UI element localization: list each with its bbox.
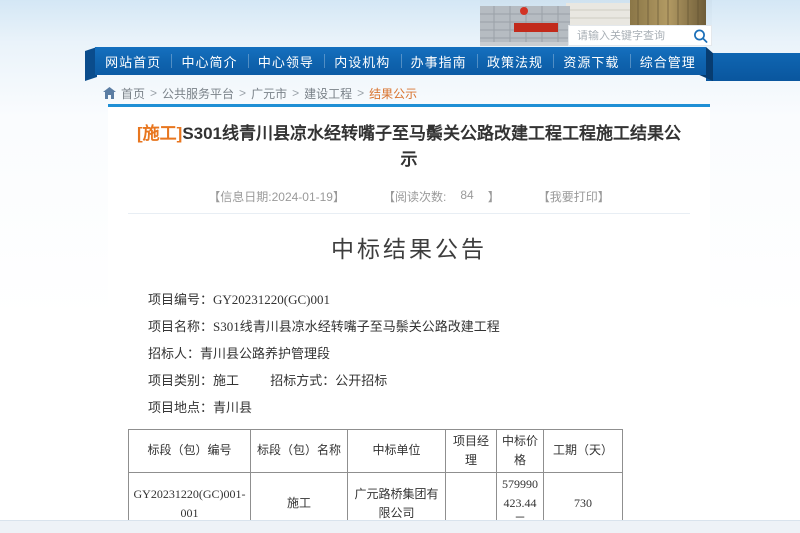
meta-divider [128,213,690,214]
article-title-text: S301线青川县凉水经转嘴子至马鬃关公路改建工程工程施工结果公示 [182,124,681,169]
field-method: 招标方式：公开招标 [270,373,387,388]
breadcrumb-item-guangyuan[interactable]: 广元市 [251,85,287,102]
breadcrumb-item-public-service[interactable]: 公共服务平台 [162,85,234,102]
article-type-tag: [施工] [137,124,182,143]
col-manager: 项目经理 [446,429,497,472]
field-label: 项目编号： [148,292,213,307]
bid-result-table: 标段（包）编号 标段（包）名称 中标单位 项目经理 中标价格 工期（天） GY2… [128,429,623,533]
breadcrumb-separator: > [292,86,299,100]
main-nav: 网站首页 中心简介 中心领导 内设机构 办事指南 政策法规 资源下载 综合管理 [95,47,706,75]
page: 网站首页 中心简介 中心领导 内设机构 办事指南 政策法规 资源下载 综合管理 … [0,0,800,533]
breadcrumb-separator: > [357,86,364,100]
search-input[interactable] [569,30,691,42]
field-label: 招标人： [148,346,200,361]
search-box [568,25,712,46]
breadcrumb-separator: > [150,86,157,100]
field-project-name: 项目名称：S301线青川县凉水经转嘴子至马鬃关公路改建工程 [148,313,710,340]
field-value: 施工 [213,373,239,388]
nav-ribbon-right-segment [706,53,800,81]
field-label: 项目类别： [148,373,213,388]
field-tenderer: 招标人：青川县公路养护管理段 [148,340,710,367]
field-value: S301线青川县凉水经转嘴子至马鬃关公路改建工程 [213,319,500,334]
breadcrumb-item-home[interactable]: 首页 [121,85,145,102]
col-price: 中标价格 [497,429,544,472]
table-header-row: 标段（包）编号 标段（包）名称 中标单位 项目经理 中标价格 工期（天） [129,429,623,472]
field-category: 项目类别：施工 [148,373,239,388]
nav-item-service-guide[interactable]: 办事指南 [401,47,477,75]
footer-strip [0,520,800,533]
col-duration: 工期（天） [544,429,623,472]
nav-item-downloads[interactable]: 资源下载 [553,47,629,75]
nav-item-center-intro[interactable]: 中心简介 [171,47,247,75]
col-section-name: 标段（包）名称 [251,429,348,472]
nav-item-policies[interactable]: 政策法规 [477,47,553,75]
article-title: [施工]S301线青川县凉水经转嘴子至马鬃关公路改建工程工程施工结果公示 [129,121,689,174]
field-label: 项目地点： [148,400,213,415]
col-section-no: 标段（包）编号 [129,429,251,472]
nav-item-home[interactable]: 网站首页 [95,47,171,75]
field-label: 项目名称： [148,319,213,334]
home-icon [103,87,116,99]
field-category-and-method: 项目类别：施工 招标方式：公开招标 [148,367,710,394]
breadcrumb-item-construction[interactable]: 建设工程 [304,85,352,102]
field-value: 青川县公路养护管理段 [200,346,330,361]
print-button[interactable]: 【我要打印】 [538,188,610,205]
field-location: 项目地点：青川县 [148,394,710,421]
read-count: 【阅读次数: 84 】 [383,188,500,205]
col-winner: 中标单位 [348,429,446,472]
breadcrumb-separator: > [239,86,246,100]
field-project-no: 项目编号：GY20231220(GC)001 [148,286,710,313]
breadcrumb: 首页 > 公共服务平台 > 广元市 > 建设工程 > 结果公示 [103,85,417,101]
nav-item-center-leaders[interactable]: 中心领导 [248,47,324,75]
project-fields: 项目编号：GY20231220(GC)001 项目名称：S301线青川县凉水经转… [148,286,710,421]
field-label: 招标方式： [270,373,335,388]
article-meta-bar: 【信息日期:2024-01-19】 【阅读次数: 84 】 【我要打印】 [108,188,710,205]
read-count-value: 84 [460,188,473,205]
article-card: [施工]S301线青川县凉水经转嘴子至马鬃关公路改建工程工程施工结果公示 【信息… [108,104,710,516]
nav-item-internal-orgs[interactable]: 内设机构 [324,47,400,75]
info-date: 【信息日期:2024-01-19】 [208,188,345,205]
search-icon[interactable] [691,27,711,45]
breadcrumb-item-results[interactable]: 结果公示 [369,85,417,102]
nav-item-general-mgmt[interactable]: 综合管理 [630,47,706,75]
read-count-prefix: 【阅读次数: [383,188,446,205]
field-value: 青川县 [213,400,252,415]
field-value: 公开招标 [335,373,387,388]
field-value: GY20231220(GC)001 [213,292,330,307]
notice-title: 中标结果公告 [108,230,710,264]
read-count-suffix: 】 [488,188,500,205]
